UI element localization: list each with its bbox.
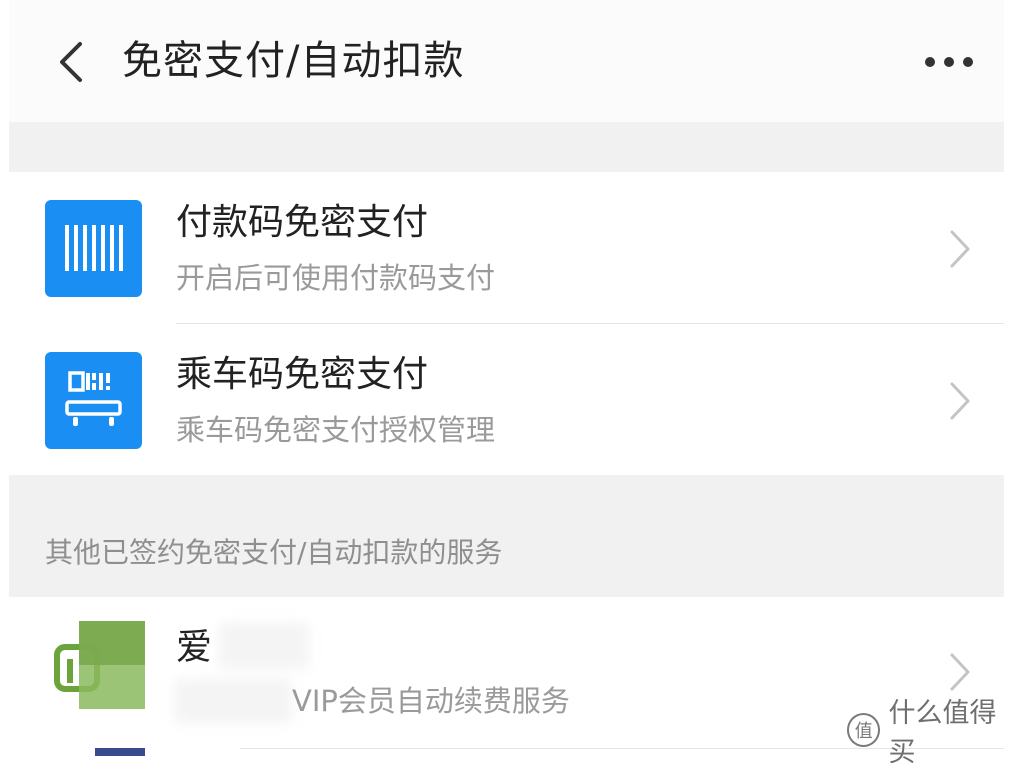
section-gap [9,122,1004,172]
transit-code-row[interactable]: 乘车码免密支付 乘车码免密支付授权管理 [9,324,1004,474]
barcode-icon [45,200,142,297]
row-subtitle: VIP会员自动续费服务 [292,684,570,718]
watermark-text: 什么值得买 [888,698,997,768]
payment-code-row[interactable]: 付款码免密支付 开启后可使用付款码支付 [9,172,1004,322]
watermark: 值 什么值得买 [847,698,1021,768]
chevron-right-icon [950,653,970,691]
row-subtitle: 乘车码免密支付授权管理 [176,413,496,447]
row-title: 付款码免密支付 [176,202,429,243]
iqiyi-logo-icon [53,621,145,709]
blurred-subtitle [174,679,292,723]
page-title: 免密支付/自动扣款 [122,38,465,84]
blurred-title [219,623,309,669]
nav-bar: 免密支付/自动扣款 [9,0,1004,122]
section-label: 其他已签约免密支付/自动扣款的服务 [45,536,503,569]
back-icon[interactable] [49,38,97,86]
row-title: 爱 [176,627,213,668]
row-title: 乘车码免密支付 [176,354,429,395]
row-subtitle: 开启后可使用付款码支付 [176,261,496,295]
transit-qr-icon [45,352,142,449]
watermark-logo-icon: 值 [847,713,881,747]
divider [95,748,145,756]
chevron-right-icon [950,382,970,420]
chevron-right-icon [950,230,970,268]
more-options-icon[interactable] [919,48,979,76]
